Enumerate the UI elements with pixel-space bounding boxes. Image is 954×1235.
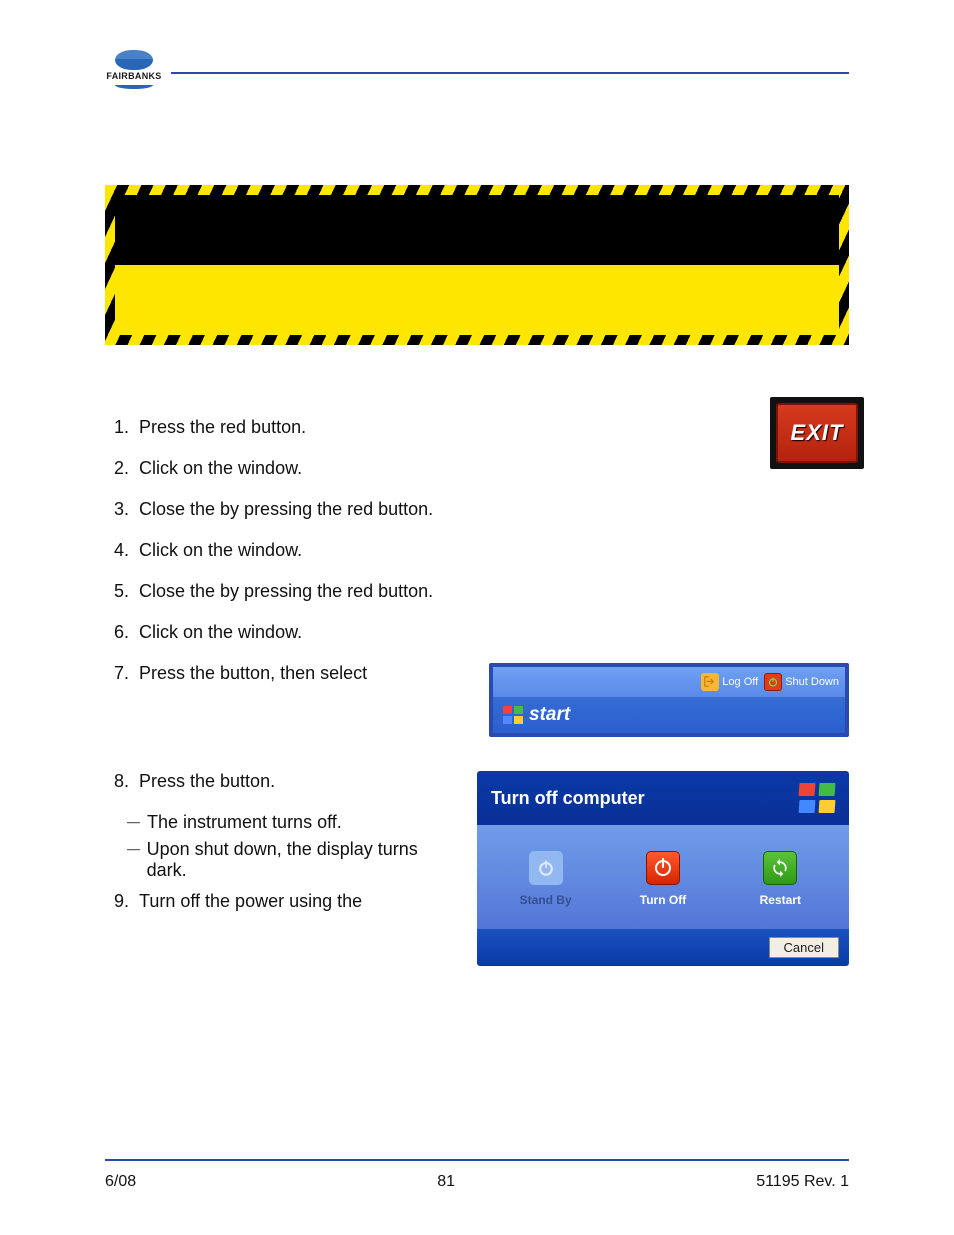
step-7-text: Press the button, then select [139,663,469,684]
page-footer: 6/08 81 51195 Rev. 1 [105,1159,849,1191]
step-3-text: Close the by pressing the red button. [139,499,849,520]
logo-brand-text: FAIRBANKS [105,71,163,81]
start-menu-screenshot: Log Off Shut Down start [489,663,849,737]
restart-button[interactable]: Restart [730,851,830,907]
standby-button[interactable]: Stand By [496,851,596,907]
turn-off-dialog: Turn off computer Stand By [477,771,849,966]
caution-top-strip [115,195,839,265]
restart-icon [763,851,797,885]
footer-doc-id: 51195 Rev. 1 [756,1173,849,1191]
shutdown-button[interactable]: Shut Down [764,673,839,691]
step-6: 6.Click on the window. [105,622,849,643]
exit-button-label: EXIT [791,420,844,446]
footer-date: 6/08 [105,1173,136,1191]
step-8-text: Press the button. [139,771,457,792]
step-5: 5.Close the by pressing the red button. [105,581,849,602]
turn-off-title: Turn off computer [491,788,645,809]
footer-rule [105,1159,849,1161]
step-3: 3.Close the by pressing the red button. [105,499,849,520]
logo-globe-icon [115,50,153,70]
step-8: 8.Press the button. [105,771,457,792]
step-6-text: Click on the window. [139,622,849,643]
turn-off-icon [646,851,680,885]
logoff-label: Log Off [722,676,758,688]
turn-off-button[interactable]: Turn Off [613,851,713,907]
page-header: FAIRBANKS [105,50,849,89]
windows-logo-icon [799,783,835,813]
step-9: 9.Turn off the power using the [105,891,457,912]
windows-flag-icon [503,706,523,724]
shutdown-icon [764,673,782,691]
exit-button-frame: EXIT [770,397,864,469]
header-rule [171,72,849,74]
step-8-sub-1-text: The instrument turns off. [147,812,342,833]
logoff-button[interactable]: Log Off [701,673,758,691]
footer-page-number: 81 [437,1173,455,1191]
standby-label: Stand By [496,893,596,907]
step-7: 7.Press the button, then select [105,663,469,684]
start-button[interactable]: start [529,704,570,726]
step-2-text: Click on the window. [139,458,849,479]
caution-bottom-strip [115,265,839,335]
step-9-text: Turn off the power using the [139,891,457,912]
shutdown-label: Shut Down [785,676,839,688]
standby-icon [529,851,563,885]
step-8-sub-2: ─Upon shut down, the display turns dark. [127,839,457,881]
step-5-text: Close the by pressing the red button. [139,581,849,602]
logo-swoosh-icon [115,81,153,89]
step-4-text: Click on the window. [139,540,849,561]
caution-banner [105,185,849,345]
cancel-button[interactable]: Cancel [769,937,839,958]
exit-button[interactable]: EXIT [776,403,858,463]
turn-off-label: Turn Off [613,893,713,907]
step-1-text: Press the red button. [139,417,849,438]
logoff-icon [701,673,719,691]
step-8-sub-2-text: Upon shut down, the display turns dark. [147,839,457,881]
step-8-sub-1: ─The instrument turns off. [127,812,457,833]
step-1: 1.Press the red button. [105,417,849,438]
step-2: 2.Click on the window. [105,458,849,479]
step-4: 4.Click on the window. [105,540,849,561]
restart-label: Restart [730,893,830,907]
fairbanks-logo: FAIRBANKS [105,50,163,89]
